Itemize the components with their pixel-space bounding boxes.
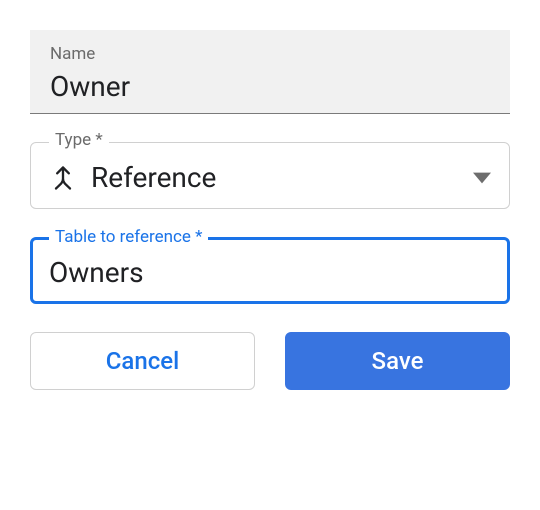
type-field[interactable]: Type * Reference	[30, 142, 510, 209]
type-label: Type *	[49, 132, 109, 149]
type-value: Reference	[91, 161, 459, 194]
name-input[interactable]	[50, 70, 490, 103]
save-button[interactable]: Save	[285, 332, 510, 390]
chevron-down-icon	[473, 169, 491, 187]
table-reference-label: Table to reference *	[49, 229, 208, 246]
column-edit-form: Name Type * Reference Table to reference…	[30, 30, 510, 390]
name-label: Name	[50, 44, 490, 64]
merge-icon	[49, 164, 77, 192]
button-row: Cancel Save	[30, 332, 510, 390]
table-reference-input[interactable]	[49, 256, 491, 289]
name-field[interactable]: Name	[30, 30, 510, 114]
table-reference-field[interactable]: Table to reference *	[30, 237, 510, 304]
cancel-button[interactable]: Cancel	[30, 332, 255, 390]
